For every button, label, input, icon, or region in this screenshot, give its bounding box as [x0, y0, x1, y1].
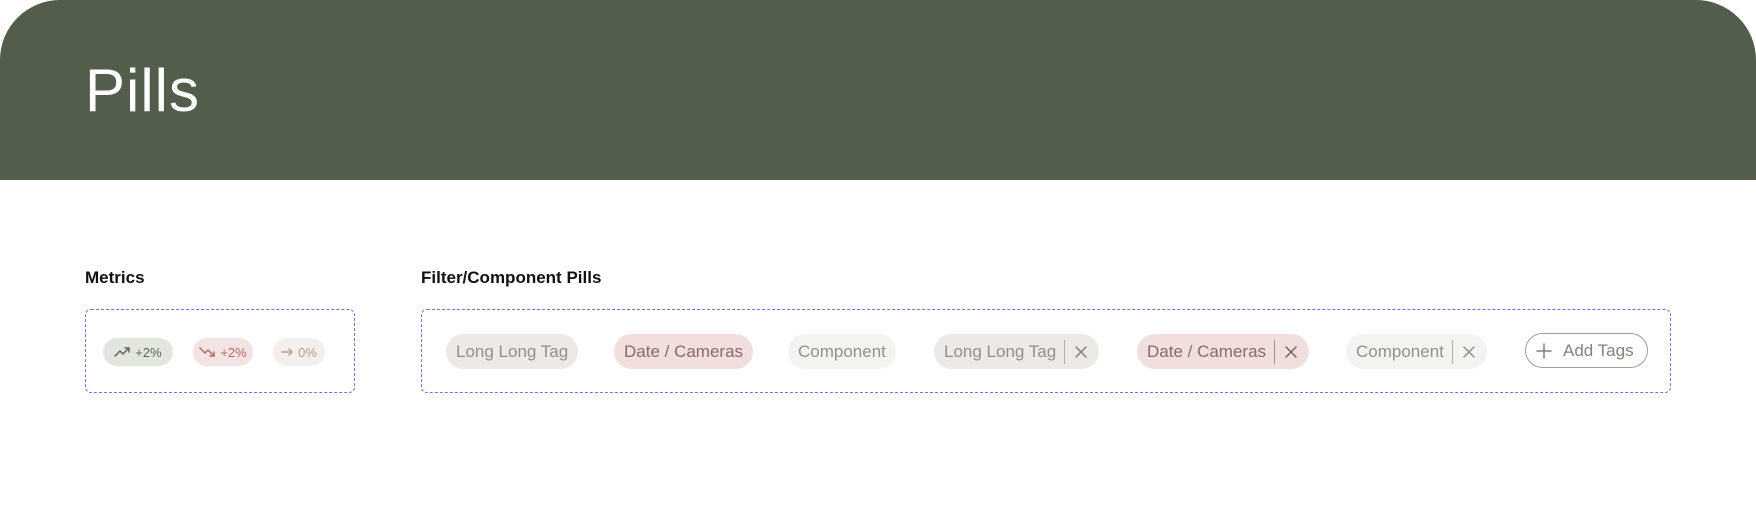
filter-pill-removable[interactable]: Date / Cameras — [1137, 334, 1310, 369]
pill-label: Component — [798, 341, 886, 361]
metric-pill-up: +2% — [103, 338, 173, 366]
page-title: Pills — [85, 57, 201, 124]
pill-label: Date / Cameras — [1147, 341, 1267, 361]
filter-pill[interactable]: Date / Cameras — [614, 334, 754, 369]
page-header: Pills — [0, 0, 1756, 180]
close-icon[interactable] — [1283, 344, 1299, 360]
metric-pill-down: +2% — [193, 338, 253, 366]
trend-down-icon — [199, 347, 216, 357]
metric-pill-flat: 0% — [273, 338, 325, 366]
close-icon[interactable] — [1073, 344, 1089, 360]
arrow-right-icon — [281, 348, 293, 356]
filter-pill[interactable]: Long Long Tag — [446, 334, 579, 369]
pill-label: Long Long Tag — [456, 341, 569, 361]
filter-pill-removable[interactable]: Component — [1346, 334, 1487, 369]
plus-icon — [1535, 342, 1553, 360]
filter-pill-removable[interactable]: Long Long Tag — [934, 334, 1100, 369]
pill-divider — [1274, 339, 1276, 364]
trend-up-icon — [114, 347, 131, 357]
pill-divider — [1064, 339, 1066, 364]
metric-value: 0% — [298, 344, 317, 360]
metric-value: +2% — [135, 344, 162, 360]
filters-section-label: Filter/Component Pills — [421, 268, 602, 287]
metric-value: +2% — [220, 344, 247, 360]
filter-pill[interactable]: Component — [788, 334, 896, 369]
pill-divider — [1451, 339, 1453, 364]
metrics-section-label: Metrics — [85, 268, 145, 287]
add-tags-button[interactable]: Add Tags — [1525, 333, 1648, 368]
close-icon[interactable] — [1461, 344, 1477, 360]
pill-label: Long Long Tag — [944, 341, 1057, 361]
add-tags-label: Add Tags — [1563, 340, 1634, 360]
pill-label: Component — [1356, 341, 1444, 361]
pill-label: Date / Cameras — [624, 341, 744, 361]
